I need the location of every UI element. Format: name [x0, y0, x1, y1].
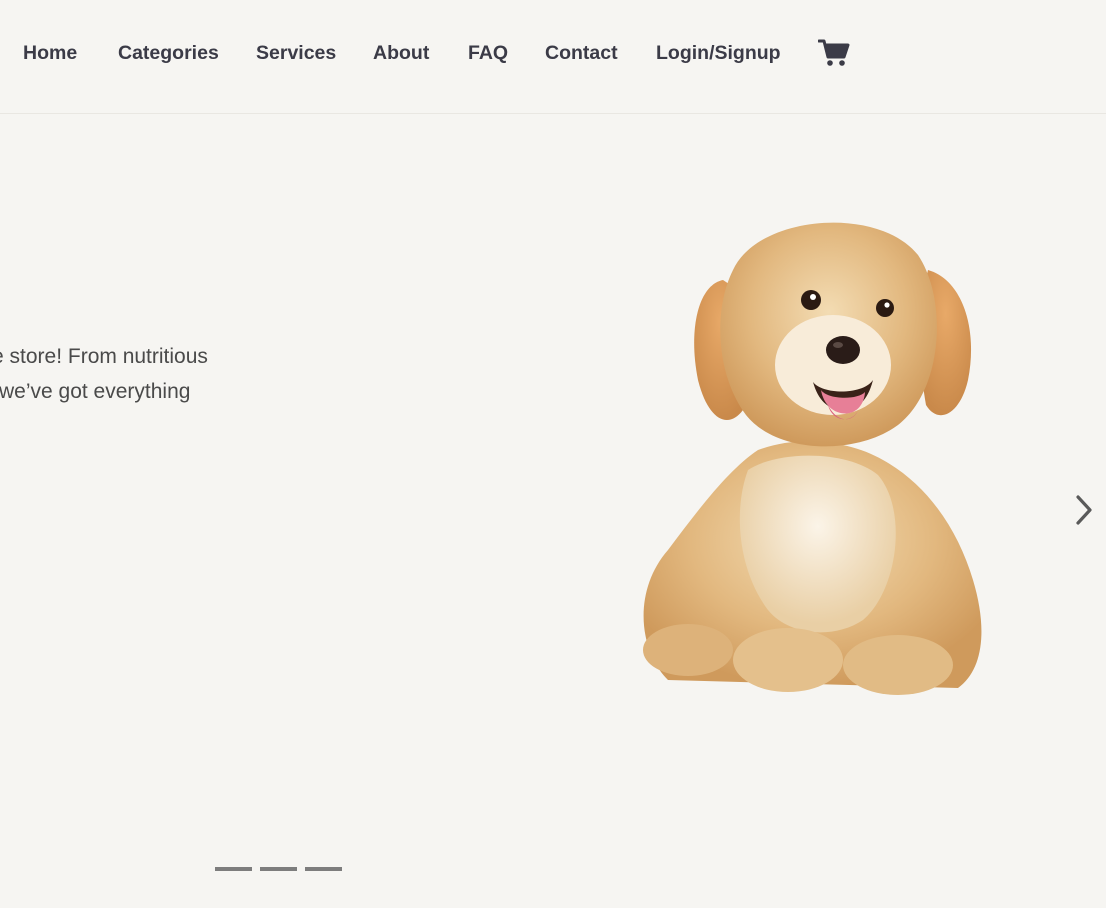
nav-about[interactable]: About [373, 42, 429, 65]
carousel-indicator-2[interactable] [260, 867, 297, 871]
nav-faq[interactable]: FAQ [468, 42, 508, 65]
puppy-image [628, 210, 998, 700]
nav-login-signup[interactable]: Login/Signup [656, 42, 781, 65]
hero-text-line2: we’ve got everything [0, 380, 191, 403]
chevron-right-icon [1076, 495, 1092, 525]
carousel-indicator-1[interactable] [215, 867, 252, 871]
hero-description: e store! From nutritious we’ve got every… [0, 339, 240, 409]
nav-services[interactable]: Services [256, 42, 336, 65]
hero-carousel: e store! From nutritious we’ve got every… [0, 115, 1106, 908]
nav-categories[interactable]: Categories [118, 42, 219, 65]
navbar: Home Categories Services About FAQ Conta… [0, 0, 1106, 114]
hero-text-line1: e store! From nutritious [0, 345, 208, 368]
carousel-indicator-3[interactable] [305, 867, 342, 871]
nav-contact[interactable]: Contact [545, 42, 618, 65]
shopping-cart-icon[interactable] [817, 38, 850, 68]
nav-home[interactable]: Home [23, 42, 77, 65]
carousel-indicators [215, 867, 342, 871]
carousel-next-button[interactable] [1070, 493, 1096, 527]
